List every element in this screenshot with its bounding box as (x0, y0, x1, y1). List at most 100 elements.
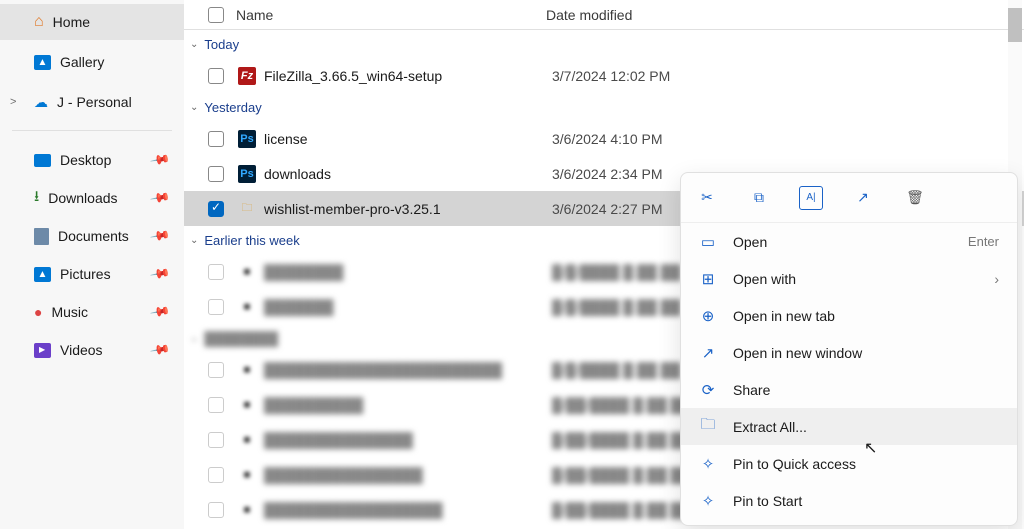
group-label: ████████ (204, 331, 278, 346)
chevron-down-icon[interactable]: ⌄ (190, 102, 198, 113)
file-name: ██████████ (264, 397, 552, 413)
cut-icon[interactable]: ✂ (695, 186, 719, 210)
file-date: 3/6/2024 2:34 PM (552, 166, 663, 182)
sidebar-item-label: J - Personal (57, 94, 132, 110)
group-label: Earlier this week (204, 233, 299, 248)
ctx-label: Open (733, 234, 968, 250)
divider (12, 130, 172, 131)
file-icon: ■ (238, 361, 256, 379)
copy-icon[interactable]: ⧉ (747, 186, 771, 210)
row-checkbox[interactable] (208, 432, 224, 448)
sidebar-item-personal[interactable]: > ☁ J - Personal (0, 84, 184, 120)
chevron-down-icon[interactable]: ⌄ (190, 235, 198, 246)
select-all-checkbox[interactable] (208, 7, 224, 23)
row-checkbox[interactable] (208, 502, 224, 518)
file-icon: ■ (238, 298, 256, 316)
pin-icon: 📌 (149, 225, 171, 247)
file-date: █/█/████ █:██ ██ (552, 264, 681, 280)
file-icon: ■ (238, 396, 256, 414)
rename-icon[interactable]: A| (799, 186, 823, 210)
file-date: █/██/████ █:██ ██ (552, 502, 690, 518)
file-row[interactable]: Ps license 3/6/2024 4:10 PM (184, 121, 1024, 156)
ctx-open-new-tab[interactable]: ⊕ Open in new tab (681, 297, 1017, 334)
sidebar-item-label: Home (53, 14, 90, 30)
ctx-open[interactable]: ▭ Open Enter (681, 223, 1017, 260)
file-date: █/██/████ █:██ ██ (552, 432, 690, 448)
file-name: downloads (264, 166, 552, 182)
ctx-label: Extract All... (733, 419, 999, 435)
file-name: ███████ (264, 299, 552, 315)
pin-icon: 📌 (149, 301, 171, 323)
row-checkbox[interactable] (208, 362, 224, 378)
sidebar: ⌂ Home ▲ Gallery > ☁ J - Personal Deskto… (0, 0, 184, 529)
sidebar-item-label: Desktop (60, 152, 111, 168)
ctx-open-with[interactable]: ⊞ Open with › (681, 260, 1017, 297)
ctx-open-new-window[interactable]: ↗ Open in new window (681, 334, 1017, 371)
ctx-pin-quick[interactable]: ✧ Pin to Quick access (681, 445, 1017, 482)
file-name: wishlist-member-pro-v3.25.1 (264, 201, 552, 217)
pin-icon: 📌 (149, 149, 171, 171)
group-header[interactable]: ⌄ Yesterday (184, 93, 1024, 121)
file-date: █/██/████ █:██ ██ (552, 467, 690, 483)
column-date[interactable]: Date modified (546, 7, 632, 23)
home-icon: ⌂ (34, 13, 44, 31)
row-checkbox[interactable] (208, 467, 224, 483)
column-name[interactable]: Name (236, 7, 546, 23)
sidebar-item-videos[interactable]: Videos 📌 (0, 331, 184, 369)
ctx-label: Pin to Start (733, 493, 999, 509)
row-checkbox[interactable] (208, 68, 224, 84)
file-icon: ■ (238, 466, 256, 484)
pin-icon: 📌 (149, 263, 171, 285)
share-icon[interactable]: ↗ (851, 186, 875, 210)
sidebar-item-label: Documents (58, 228, 129, 244)
sidebar-item-label: Music (51, 304, 88, 320)
row-checkbox[interactable] (208, 264, 224, 280)
extract-icon: 🗀 (699, 414, 717, 439)
folder-icon: 🗀 (238, 200, 256, 218)
file-date: █/█/████ █:██ ██ (552, 362, 681, 378)
ctx-pin-start[interactable]: ✧ Pin to Start (681, 482, 1017, 519)
ctx-extract-all[interactable]: 🗀 Extract All... (681, 408, 1017, 445)
row-checkbox[interactable] (208, 166, 224, 182)
file-name: ██████████████████ (264, 502, 552, 518)
documents-icon (34, 228, 49, 245)
new-tab-icon: ⊕ (699, 307, 717, 325)
ctx-label: Open in new window (733, 345, 999, 361)
file-row[interactable]: Fz FileZilla_3.66.5_win64-setup 3/7/2024… (184, 58, 1024, 93)
pin-icon: 📌 (149, 339, 171, 361)
group-label: Yesterday (204, 100, 261, 115)
file-name: ████████████████ (264, 467, 552, 483)
sidebar-item-pictures[interactable]: ▲ Pictures 📌 (0, 255, 184, 293)
sidebar-item-downloads[interactable]: ⭳ Downloads 📌 (0, 179, 184, 217)
sidebar-item-gallery[interactable]: ▲ Gallery (0, 44, 184, 80)
photoshop-icon: Ps (238, 165, 256, 183)
scrollbar-thumb[interactable] (1008, 8, 1022, 42)
share-arrow-icon: ⟳ (699, 381, 717, 399)
sidebar-item-label: Downloads (48, 190, 117, 206)
chevron-down-icon[interactable]: ⌄ (190, 39, 198, 50)
sidebar-item-music[interactable]: ● Music 📌 (0, 293, 184, 331)
sidebar-item-label: Videos (60, 342, 103, 358)
file-date: █/█/████ █:██ ██ (552, 299, 681, 315)
column-header-row: Name Date modified (184, 0, 1024, 30)
filezilla-icon: Fz (238, 67, 256, 85)
row-checkbox[interactable] (208, 299, 224, 315)
group-header[interactable]: ⌄ Today (184, 30, 1024, 58)
ctx-share[interactable]: ⟳ Share (681, 371, 1017, 408)
videos-icon (34, 343, 51, 358)
sidebar-item-documents[interactable]: Documents 📌 (0, 217, 184, 255)
row-checkbox[interactable] (208, 201, 224, 217)
cursor-icon: ↖ (864, 438, 877, 458)
sidebar-item-label: Gallery (60, 54, 104, 70)
ctx-label: Share (733, 382, 999, 398)
delete-icon[interactable]: 🗑 (903, 186, 927, 210)
row-checkbox[interactable] (208, 397, 224, 413)
sidebar-item-desktop[interactable]: Desktop 📌 (0, 141, 184, 179)
sidebar-item-home[interactable]: ⌂ Home (0, 4, 184, 40)
file-name: license (264, 131, 552, 147)
row-checkbox[interactable] (208, 131, 224, 147)
chevron-right-icon[interactable]: > (10, 96, 16, 108)
gallery-icon: ▲ (34, 55, 51, 70)
chevron-down-icon[interactable]: ⌄ (190, 333, 198, 344)
file-icon: ■ (238, 501, 256, 519)
